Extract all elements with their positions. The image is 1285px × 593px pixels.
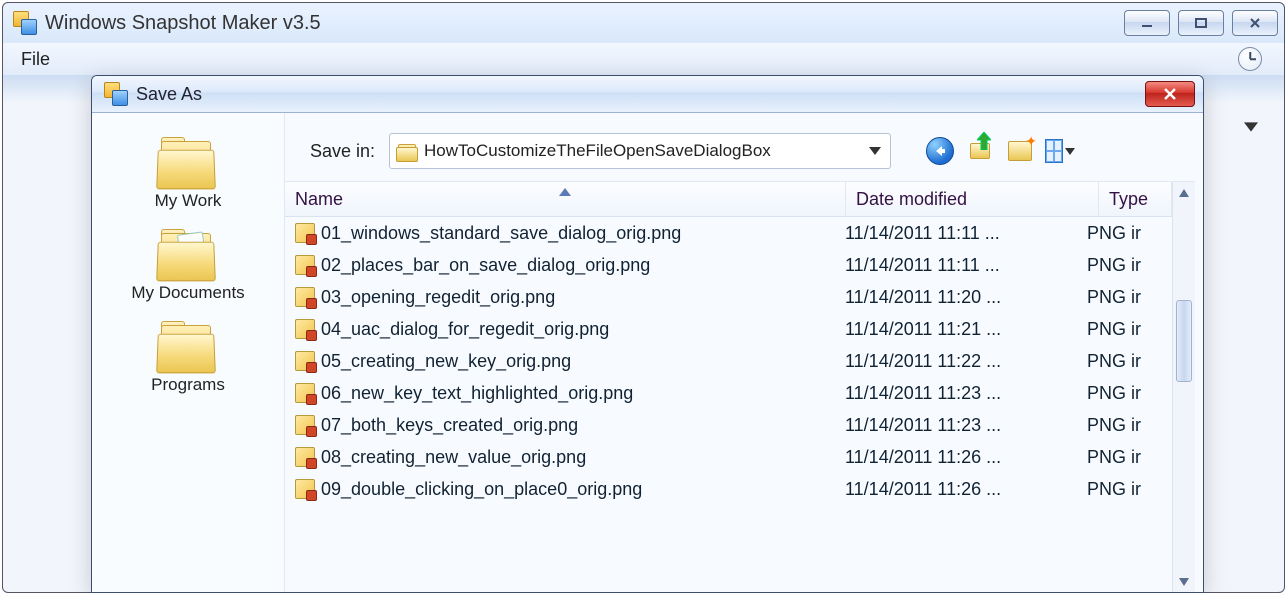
place-item[interactable]: My Documents — [131, 229, 244, 303]
maximize-button[interactable] — [1178, 10, 1224, 36]
views-button[interactable] — [1045, 136, 1075, 166]
sparkle-icon: ✦ — [1025, 133, 1037, 150]
save-as-dialog: Save As My Work My Documents Programs Save… — [91, 75, 1204, 593]
place-label: My Documents — [131, 283, 244, 303]
file-row[interactable]: 07_both_keys_created_orig.png 11/14/2011 … — [285, 409, 1172, 441]
folder-icon — [157, 321, 219, 371]
column-headers: Name Date modified Type — [285, 182, 1172, 217]
column-header-type-label: Type — [1109, 189, 1148, 210]
folder-icon — [157, 229, 219, 279]
file-name: 02_places_bar_on_save_dialog_orig.png — [321, 255, 650, 276]
file-date: 11/14/2011 11:22 ... — [835, 351, 1077, 372]
dialog-close-button[interactable] — [1145, 81, 1195, 107]
png-file-icon — [295, 223, 315, 243]
file-date: 11/14/2011 11:26 ... — [835, 447, 1077, 468]
file-row[interactable]: 05_creating_new_key_orig.png 11/14/2011 1… — [285, 345, 1172, 377]
file-date: 11/14/2011 11:21 ... — [835, 319, 1077, 340]
file-row[interactable]: 02_places_bar_on_save_dialog_orig.png 11/… — [285, 249, 1172, 281]
nav-back-button[interactable] — [925, 136, 955, 166]
minimize-button[interactable] — [1124, 10, 1170, 36]
png-file-icon — [295, 255, 315, 275]
dialog-title: Save As — [136, 84, 202, 105]
chevron-down-icon — [866, 142, 884, 160]
png-file-icon — [295, 415, 315, 435]
file-type: PNG ir — [1077, 351, 1172, 372]
chevron-down-icon — [1065, 143, 1075, 160]
file-name: 01_windows_standard_save_dialog_orig.png — [321, 223, 681, 244]
file-date: 11/14/2011 11:20 ... — [835, 287, 1077, 308]
scroll-down-button[interactable] — [1173, 571, 1195, 593]
column-header-name[interactable]: Name — [285, 182, 846, 216]
file-date: 11/14/2011 11:11 ... — [835, 223, 1077, 244]
places-bar: My Work My Documents Programs — [92, 113, 285, 593]
dropdown-arrow[interactable] — [1236, 113, 1266, 142]
save-in-value: HowToCustomizeTheFileOpenSaveDialogBox — [424, 141, 860, 161]
dialog-app-icon — [104, 82, 128, 106]
file-date: 11/14/2011 11:26 ... — [835, 479, 1077, 500]
file-name: 06_new_key_text_highlighted_orig.png — [321, 383, 633, 404]
menubar: File — [3, 43, 1284, 75]
place-item[interactable]: My Work — [155, 137, 222, 211]
save-in-row: Save in: HowToCustomizeTheFileOpenSaveDi… — [285, 113, 1203, 181]
file-row[interactable]: 04_uac_dialog_for_regedit_orig.png 11/14/… — [285, 313, 1172, 345]
png-file-icon — [295, 479, 315, 499]
file-row[interactable]: 06_new_key_text_highlighted_orig.png 11/1… — [285, 377, 1172, 409]
png-file-icon — [295, 447, 315, 467]
file-name: 08_creating_new_value_orig.png — [321, 447, 586, 468]
column-header-name-label: Name — [295, 189, 343, 210]
file-type: PNG ir — [1077, 319, 1172, 340]
place-label: Programs — [151, 375, 225, 395]
file-row[interactable]: 08_creating_new_value_orig.png 11/14/2011… — [285, 441, 1172, 473]
file-row[interactable]: 03_opening_regedit_orig.png 11/14/2011 11… — [285, 281, 1172, 313]
file-type: PNG ir — [1077, 287, 1172, 308]
file-date: 11/14/2011 11:11 ... — [835, 255, 1077, 276]
app-icon — [13, 11, 37, 35]
scroll-up-button[interactable] — [1173, 182, 1195, 204]
png-file-icon — [295, 383, 315, 403]
file-name: 03_opening_regedit_orig.png — [321, 287, 555, 308]
column-header-type[interactable]: Type — [1099, 182, 1172, 216]
file-name: 07_both_keys_created_orig.png — [321, 415, 578, 436]
file-row[interactable]: 01_windows_standard_save_dialog_orig.png… — [285, 217, 1172, 249]
file-type: PNG ir — [1077, 383, 1172, 404]
views-icon — [1045, 139, 1063, 163]
png-file-icon — [295, 319, 315, 339]
save-in-dropdown[interactable]: HowToCustomizeTheFileOpenSaveDialogBox — [389, 133, 891, 169]
menu-file[interactable]: File — [13, 47, 58, 72]
file-type: PNG ir — [1077, 447, 1172, 468]
place-item[interactable]: Programs — [151, 321, 225, 395]
png-file-icon — [295, 351, 315, 371]
column-header-date[interactable]: Date modified — [846, 182, 1099, 216]
file-type: PNG ir — [1077, 255, 1172, 276]
nav-up-button[interactable] — [965, 136, 995, 166]
new-folder-button[interactable]: ✦ — [1005, 136, 1035, 166]
place-label: My Work — [155, 191, 222, 211]
file-name: 04_uac_dialog_for_regedit_orig.png — [321, 319, 609, 340]
dialog-titlebar: Save As — [92, 76, 1203, 113]
file-type: PNG ir — [1077, 223, 1172, 244]
main-title: Windows Snapshot Maker v3.5 — [45, 12, 1124, 35]
folder-icon — [157, 137, 219, 187]
main-titlebar: Windows Snapshot Maker v3.5 — [3, 3, 1284, 43]
file-date: 11/14/2011 11:23 ... — [835, 383, 1077, 404]
save-in-label: Save in: — [285, 141, 375, 162]
clock-icon[interactable] — [1238, 47, 1262, 71]
file-type: PNG ir — [1077, 479, 1172, 500]
folder-icon — [396, 142, 418, 160]
scroll-thumb[interactable] — [1176, 300, 1192, 382]
file-name: 09_double_clicking_on_place0_orig.png — [321, 479, 642, 500]
close-button[interactable] — [1232, 10, 1278, 36]
vertical-scrollbar[interactable] — [1172, 182, 1195, 593]
column-header-date-label: Date modified — [856, 189, 967, 210]
file-name: 05_creating_new_key_orig.png — [321, 351, 571, 372]
file-type: PNG ir — [1077, 415, 1172, 436]
file-row[interactable]: 09_double_clicking_on_place0_orig.png 11/… — [285, 473, 1172, 505]
file-date: 11/14/2011 11:23 ... — [835, 415, 1077, 436]
png-file-icon — [295, 287, 315, 307]
scroll-track[interactable] — [1173, 204, 1195, 571]
sort-asc-icon — [559, 182, 571, 201]
file-list: Name Date modified Type 01_windows_stand… — [285, 182, 1172, 593]
